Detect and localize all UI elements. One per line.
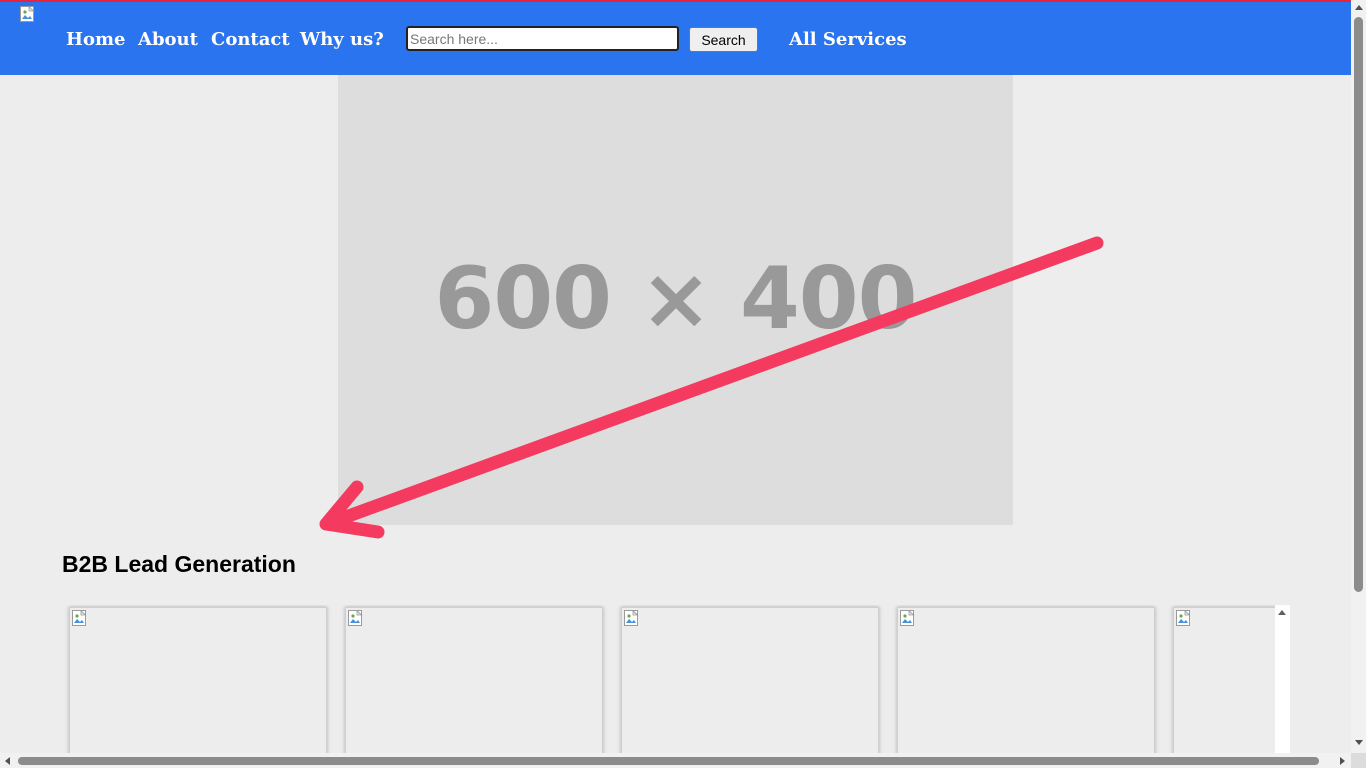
scroll-up-arrow-icon[interactable] [1278, 610, 1286, 615]
vertical-scrollbar[interactable] [1351, 0, 1366, 753]
search-input[interactable] [406, 26, 679, 51]
broken-image-icon[interactable] [20, 6, 36, 22]
navbar: Home About Contact Why us? Search All Se… [0, 2, 1351, 75]
service-card[interactable] [345, 607, 603, 753]
broken-image-icon [72, 610, 87, 626]
nav-link-home[interactable]: Home [66, 29, 126, 50]
hero-placeholder-text: 600 × 400 [434, 249, 918, 349]
service-card[interactable] [1173, 607, 1290, 753]
service-card[interactable] [621, 607, 879, 753]
vertical-scroll-thumb[interactable] [1354, 17, 1363, 592]
service-card[interactable] [897, 607, 1155, 753]
nav-link-contact[interactable]: Contact [211, 29, 290, 50]
broken-image-icon [1176, 610, 1191, 626]
broken-image-icon [624, 610, 639, 626]
nav-link-why-us[interactable]: Why us? [300, 29, 384, 50]
broken-image-icon [348, 610, 363, 626]
hero-image-placeholder: 600 × 400 [338, 75, 1013, 525]
horizontal-scrollbar[interactable] [0, 753, 1351, 768]
nav-link-all-services[interactable]: All Services [789, 29, 907, 50]
scroll-right-arrow-icon[interactable] [1340, 757, 1345, 765]
horizontal-scroll-thumb[interactable] [18, 757, 1319, 765]
nav-link-about[interactable]: About [138, 29, 198, 50]
scroll-down-arrow-icon[interactable] [1355, 740, 1363, 745]
service-card[interactable] [69, 607, 327, 753]
search-button[interactable]: Search [689, 27, 758, 52]
section-title: B2B Lead Generation [62, 551, 296, 577]
broken-image-icon [900, 610, 915, 626]
services-carousel [62, 605, 1290, 753]
scrollbar-corner [1351, 753, 1366, 768]
scroll-left-arrow-icon[interactable] [5, 757, 10, 765]
carousel-scrollbar[interactable] [1275, 605, 1290, 753]
scroll-up-arrow-icon[interactable] [1355, 5, 1363, 10]
